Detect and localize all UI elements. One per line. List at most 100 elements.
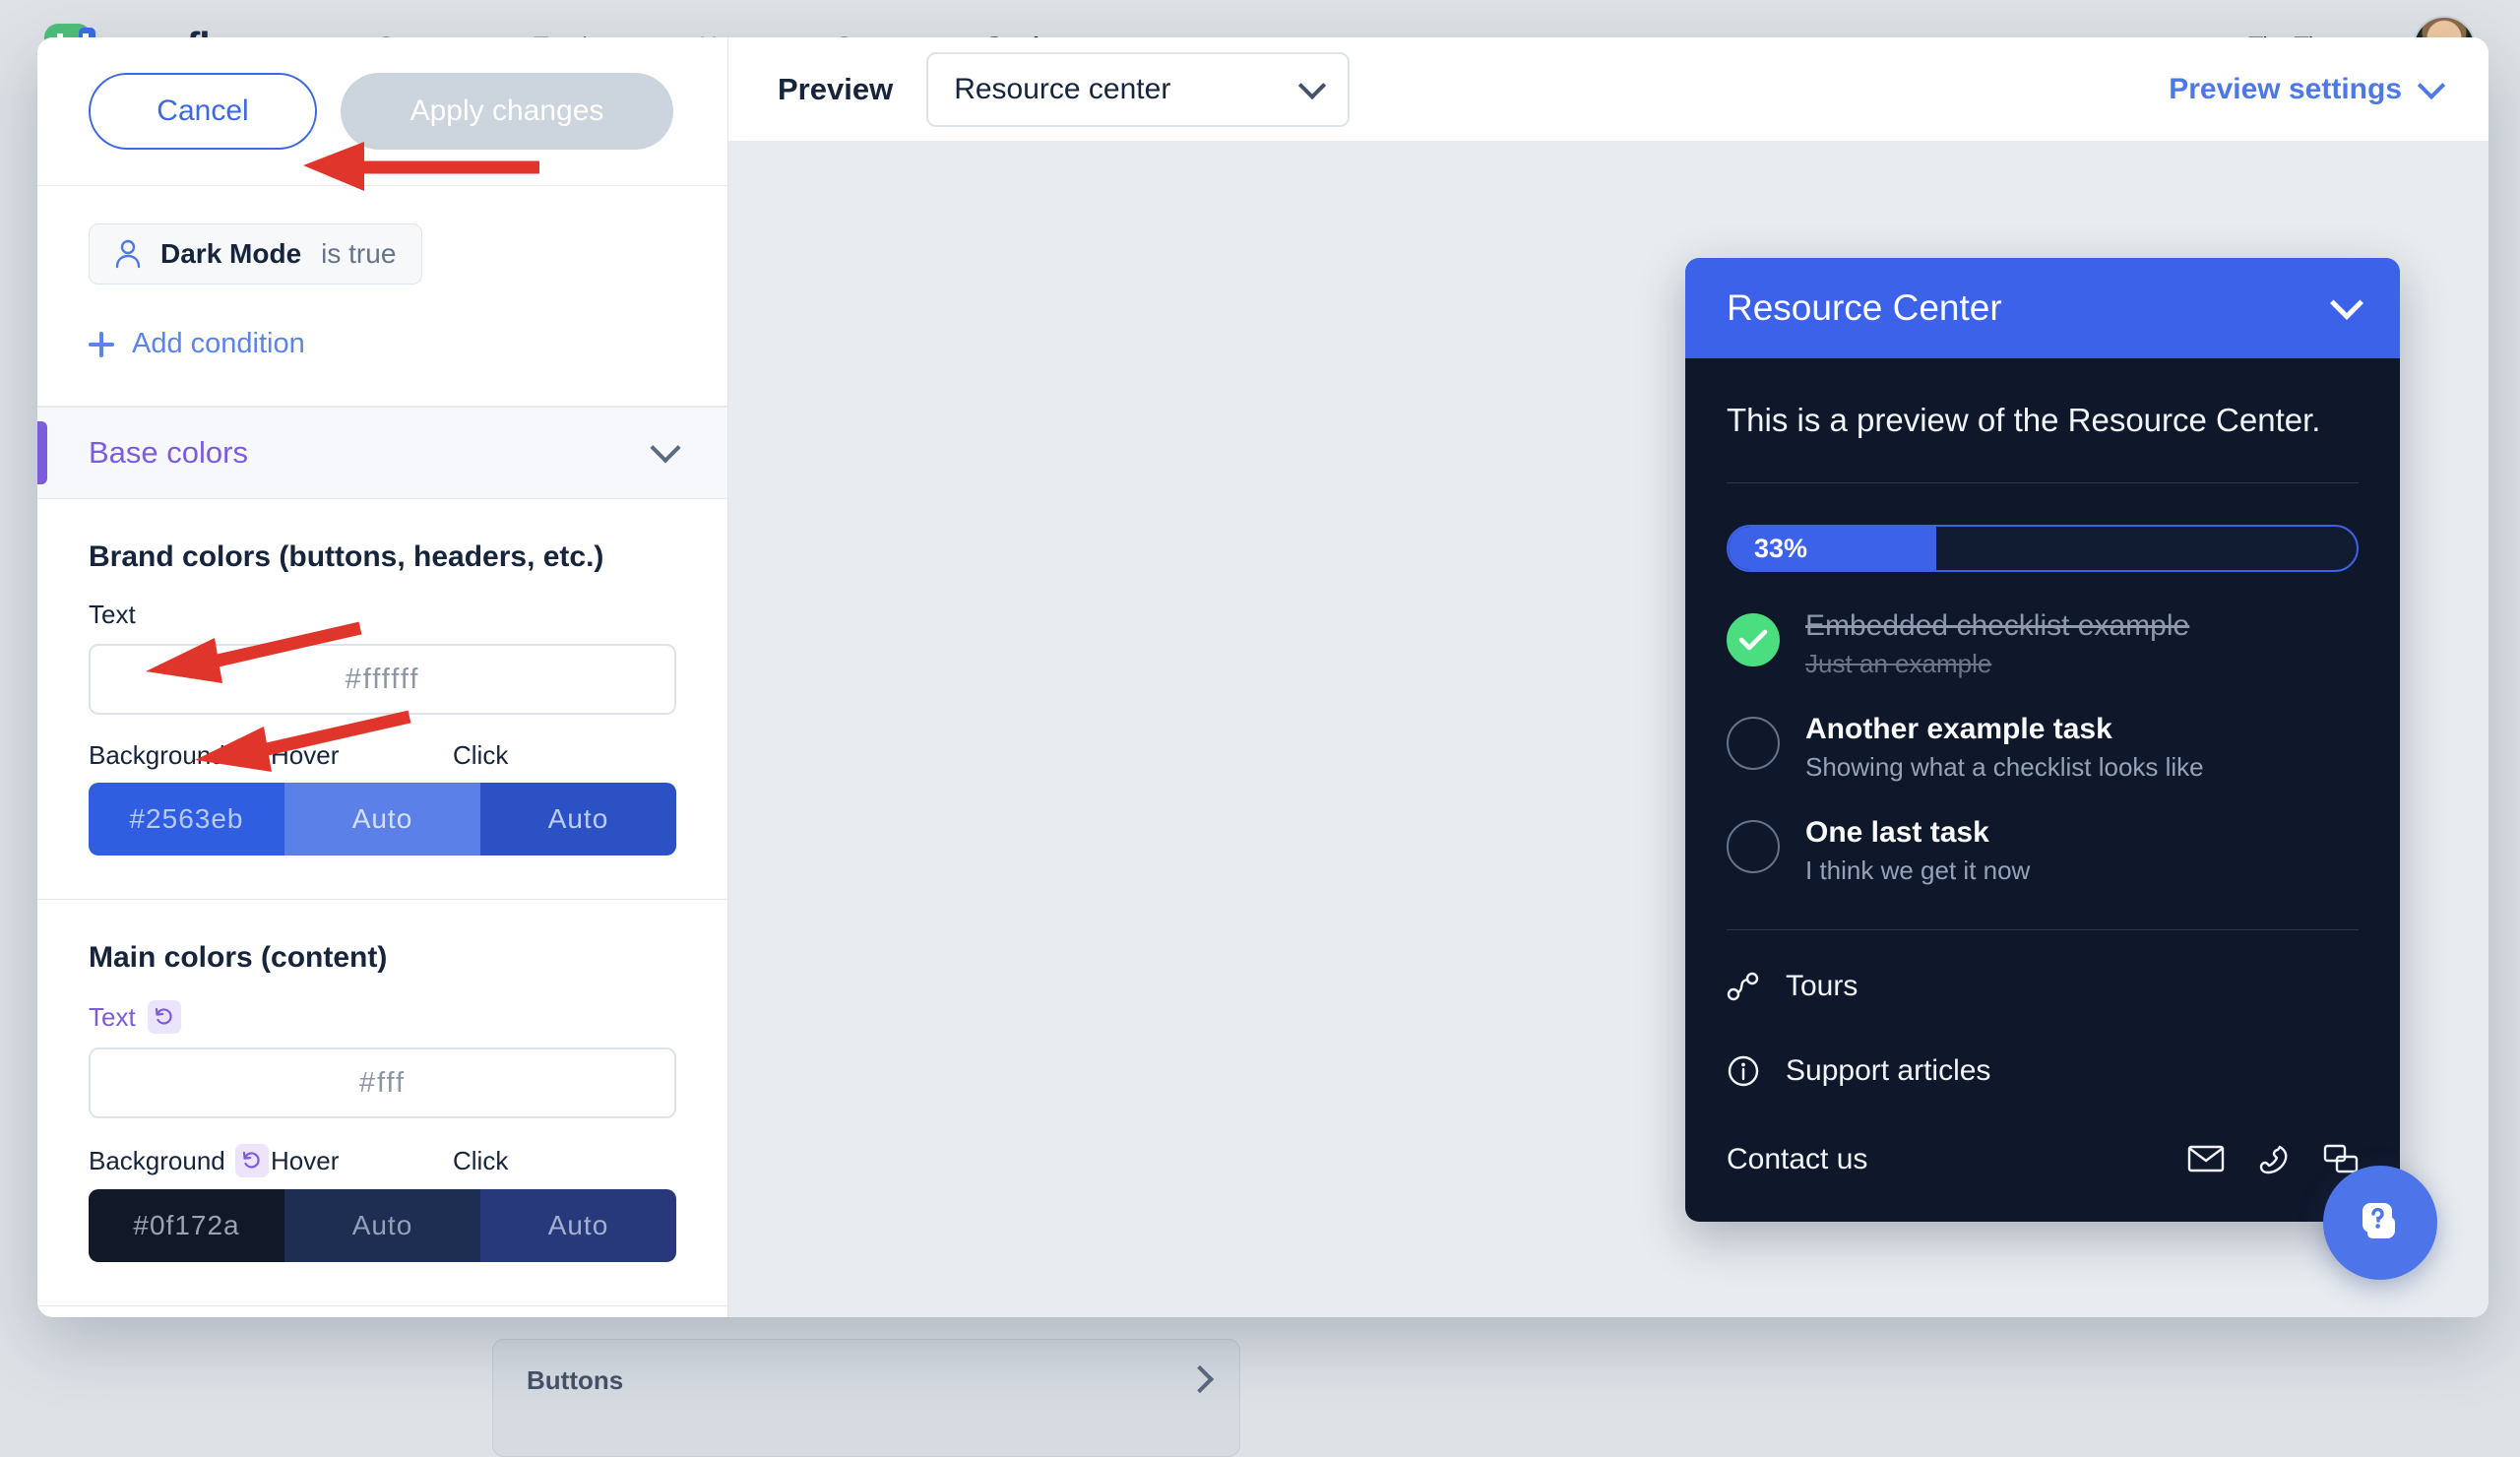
contact-icons <box>2187 1144 2359 1175</box>
brand-hover-label: Hover <box>271 740 453 771</box>
condition-chip[interactable]: Dark Mode is true <box>89 223 422 285</box>
checkbox-unchecked-icon[interactable] <box>1727 717 1780 770</box>
resource-center-title: Resource Center <box>1727 287 2002 329</box>
apply-changes-button[interactable]: Apply changes <box>341 73 673 150</box>
editor-left-panel: Cancel Apply changes Dark Mode is true A… <box>37 37 728 1317</box>
brand-background-swatch[interactable]: #2563eb <box>89 783 284 855</box>
brand-text-label: Text <box>89 600 676 630</box>
background-section-buttons: Buttons <box>492 1339 1240 1457</box>
preview-type-select[interactable]: Resource center <box>926 52 1350 127</box>
preview-toolbar: Preview Resource center Preview settings <box>728 37 2488 142</box>
chevron-down-icon <box>1298 71 1326 98</box>
contact-row: Contact us <box>1727 1113 2359 1222</box>
main-text-reset-button[interactable] <box>148 1000 181 1034</box>
mail-icon[interactable] <box>2187 1144 2225 1173</box>
checklist-item[interactable]: Another example task Showing what a chec… <box>1727 713 2359 783</box>
chat-icon[interactable] <box>2323 1144 2359 1175</box>
check-icon <box>1738 628 1768 652</box>
resource-link-label: Support articles <box>1786 1054 1990 1088</box>
group-brand-colors: Brand colors (buttons, headers, etc.) Te… <box>37 499 727 900</box>
brand-background-label: Background <box>89 740 271 771</box>
checklist: Embedded checklist example Just an examp… <box>1727 609 2359 886</box>
checklist-item[interactable]: One last task I think we get it now <box>1727 816 2359 886</box>
brand-state-labels: Background Hover Click <box>89 740 676 771</box>
help-question-icon <box>2352 1194 2409 1251</box>
progress-bar-fill: 33% <box>1729 527 1936 570</box>
chevron-down-icon[interactable] <box>650 432 680 463</box>
brand-text-hex-input[interactable]: #ffffff <box>89 644 676 715</box>
resource-center-header[interactable]: Resource Center <box>1685 258 2400 358</box>
contact-label: Contact us <box>1727 1143 1867 1176</box>
checklist-item-subtitle: Showing what a checklist looks like <box>1805 752 2204 783</box>
resource-link-support-articles[interactable]: Support articles <box>1727 1029 2359 1113</box>
condition-operator: is true <box>321 238 396 270</box>
main-hover-swatch[interactable]: Auto <box>284 1189 480 1262</box>
conditions-section: Dark Mode is true Add condition <box>37 186 727 407</box>
editor-actions: Cancel Apply changes <box>37 37 727 186</box>
group-title: Main colors (content) <box>89 941 676 975</box>
divider <box>1727 482 2359 483</box>
main-state-labels: Background Hover Click <box>89 1144 676 1177</box>
style-editor-overlay: Cancel Apply changes Dark Mode is true A… <box>37 37 2488 1317</box>
cancel-button[interactable]: Cancel <box>89 73 317 150</box>
resource-link-label: Tours <box>1786 970 1858 1003</box>
main-background-label-text: Background <box>89 1146 225 1176</box>
main-text-label: Text <box>89 1000 676 1034</box>
main-text-label-text: Text <box>89 1002 136 1033</box>
main-background-reset-button[interactable] <box>235 1144 269 1177</box>
main-hover-label: Hover <box>271 1144 453 1177</box>
background-section-title: Buttons <box>493 1340 1239 1422</box>
progress-bar: 33% <box>1727 525 2359 572</box>
main-background-label: Background <box>89 1144 271 1177</box>
resource-center-widget: Resource Center This is a preview of the… <box>1685 258 2400 1222</box>
brand-click-label: Click <box>453 740 508 771</box>
add-condition-button[interactable]: Add condition <box>89 328 676 360</box>
brand-swatch-row: #2563eb Auto Auto <box>89 783 676 855</box>
brand-text-label-text: Text <box>89 600 136 630</box>
section-title: Base colors <box>89 435 248 471</box>
section-accent-bar <box>37 421 47 484</box>
condition-property: Dark Mode <box>160 238 301 270</box>
checkbox-unchecked-icon[interactable] <box>1727 820 1780 873</box>
reset-icon <box>241 1150 263 1172</box>
resource-link-tours[interactable]: Tours <box>1727 944 2359 1029</box>
brand-click-swatch[interactable]: Auto <box>480 783 676 855</box>
preview-settings-label: Preview settings <box>2169 73 2402 106</box>
checklist-item-subtitle: I think we get it now <box>1805 855 2030 886</box>
checklist-item[interactable]: Embedded checklist example Just an examp… <box>1727 609 2359 679</box>
preview-stage: Resource Center This is a preview of the… <box>728 142 2488 1317</box>
resource-center-links: Tours Support articles <box>1727 944 2359 1113</box>
preview-label: Preview <box>778 72 893 107</box>
plus-icon <box>89 332 114 357</box>
add-condition-label: Add condition <box>132 328 305 360</box>
main-swatch-row: #0f172a Auto Auto <box>89 1189 676 1262</box>
checklist-item-title: One last task <box>1805 816 2030 850</box>
info-icon <box>1727 1054 1760 1088</box>
resource-center-intro: This is a preview of the Resource Center… <box>1727 402 2359 439</box>
user-icon <box>115 239 141 269</box>
main-text-hex-input[interactable]: #fff <box>89 1047 676 1118</box>
main-background-swatch[interactable]: #0f172a <box>89 1189 284 1262</box>
help-launcher-button[interactable] <box>2323 1166 2437 1280</box>
group-title: Brand colors (buttons, headers, etc.) <box>89 540 676 574</box>
section-header-base-colors[interactable]: Base colors <box>37 407 727 499</box>
preview-type-value: Resource center <box>954 73 1170 106</box>
brand-hover-swatch[interactable]: Auto <box>284 783 480 855</box>
route-icon <box>1727 972 1760 1001</box>
checkbox-checked-icon[interactable] <box>1727 613 1780 666</box>
preview-settings-button[interactable]: Preview settings <box>2169 73 2441 106</box>
chevron-down-icon <box>2418 71 2445 98</box>
main-click-label: Click <box>453 1144 508 1177</box>
chevron-down-icon[interactable] <box>2330 286 2363 320</box>
checklist-item-subtitle: Just an example <box>1805 649 2189 679</box>
phone-icon[interactable] <box>2258 1144 2290 1175</box>
checklist-item-title: Another example task <box>1805 713 2204 746</box>
resource-center-body: This is a preview of the Resource Center… <box>1685 358 2400 1222</box>
checklist-item-title: Embedded checklist example <box>1805 609 2189 643</box>
divider <box>1727 929 2359 930</box>
editor-preview-panel: Preview Resource center Preview settings… <box>728 37 2488 1317</box>
main-click-swatch[interactable]: Auto <box>480 1189 676 1262</box>
progress-percent-label: 33% <box>1754 534 1807 564</box>
reset-icon <box>154 1006 175 1028</box>
group-main-colors: Main colors (content) Text #fff Backgrou… <box>37 900 727 1306</box>
